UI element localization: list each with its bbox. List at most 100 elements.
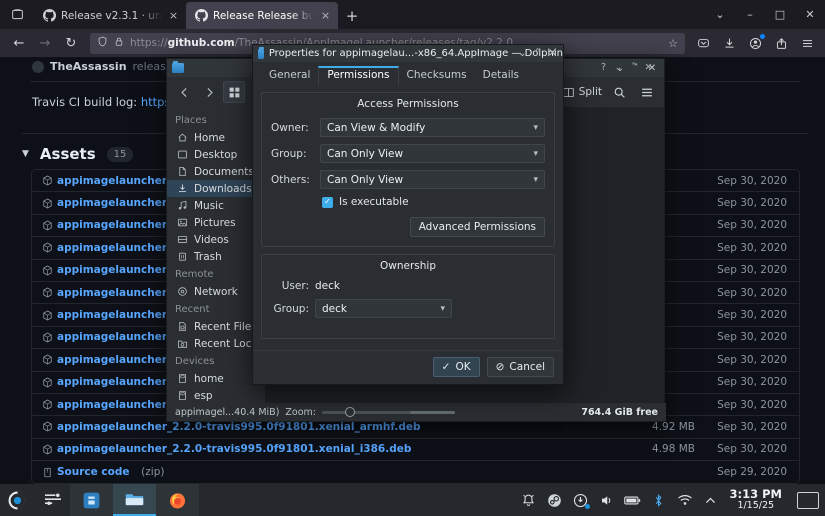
- sidebar-item-esp-device[interactable]: esp: [167, 387, 265, 404]
- hamburger-menu-icon[interactable]: [636, 81, 658, 103]
- show-desktop-icon[interactable]: [797, 492, 819, 509]
- minimize-button[interactable]: –: [735, 8, 765, 21]
- sidebar-item-downloads[interactable]: Downloads: [167, 180, 265, 197]
- properties-dialog: Properties for appimagelau...-x86_64.App…: [252, 44, 564, 385]
- group-permission-select[interactable]: Can Only View ▾: [320, 144, 545, 163]
- zoom-slider[interactable]: [322, 407, 455, 417]
- documents-icon: [177, 166, 188, 177]
- table-row[interactable]: appimagelauncher_2.2.0-travis995.0f91801…: [32, 439, 799, 461]
- list-all-tabs-icon[interactable]: [0, 0, 34, 29]
- tab-checksums[interactable]: Checksums: [399, 66, 475, 85]
- asset-link[interactable]: appimagelauncher_2.2.0-travis995.0f91801…: [42, 443, 609, 455]
- ok-button[interactable]: ✓ OK: [433, 357, 480, 377]
- back-button[interactable]: ←: [6, 30, 32, 56]
- asset-link[interactable]: appimagelauncher_2.2.0-travis995.0f91801…: [42, 421, 609, 433]
- caret-down-icon[interactable]: ▼: [22, 149, 29, 159]
- sidebar-item-pictures[interactable]: Pictures: [167, 214, 265, 231]
- tab-close-icon[interactable]: ×: [167, 9, 180, 22]
- account-icon[interactable]: [743, 31, 767, 55]
- chevron-down-icon[interactable]: ⌄: [611, 62, 626, 73]
- chevron-down-icon[interactable]: ⌄: [515, 48, 530, 59]
- icons-view-icon[interactable]: [223, 81, 245, 103]
- lock-icon[interactable]: [114, 36, 124, 50]
- sidebar-item-documents[interactable]: Documents: [167, 163, 265, 180]
- close-button[interactable]: ✕: [545, 48, 560, 59]
- forward-button[interactable]: →: [32, 30, 58, 56]
- sidebar-item-label: Desktop: [194, 149, 237, 161]
- browser-tab-bar: Release v2.3.1 · unknow × Release Releas…: [0, 0, 825, 29]
- sidebar-item-videos[interactable]: Videos: [167, 231, 265, 248]
- bookmark-star-icon[interactable]: ☆: [668, 37, 678, 50]
- chevron-up-icon[interactable]: ˄: [530, 48, 545, 59]
- pocket-icon[interactable]: [691, 31, 715, 55]
- chevron-up-icon[interactable]: ˄: [626, 62, 641, 73]
- owner-permission-select[interactable]: Can View & Modify ▾: [320, 118, 545, 137]
- menu-icon[interactable]: [795, 31, 819, 55]
- back-arrow-icon[interactable]: [173, 81, 195, 103]
- steam-icon[interactable]: [542, 484, 568, 516]
- properties-tabs: General Permissions Checksums Details: [253, 62, 563, 85]
- battery-icon[interactable]: [620, 484, 646, 516]
- volume-icon[interactable]: [594, 484, 620, 516]
- table-row[interactable]: Source code (zip) Sep 29, 2020: [32, 461, 799, 483]
- close-icon[interactable]: ✕: [641, 62, 656, 73]
- sidebar-item-music[interactable]: Music: [167, 197, 265, 214]
- others-permission-select[interactable]: Can Only View ▾: [320, 170, 545, 189]
- close-button[interactable]: ✕: [795, 8, 825, 21]
- taskbar: 3:13 PM 1/15/25: [0, 484, 825, 516]
- ownership-group-select[interactable]: deck ▾: [315, 299, 452, 318]
- forward-arrow-icon[interactable]: [198, 81, 220, 103]
- tab-details[interactable]: Details: [475, 66, 527, 85]
- cancel-button[interactable]: ⊘ Cancel: [487, 357, 554, 377]
- show-hidden-icon[interactable]: [698, 484, 724, 516]
- shield-icon[interactable]: [97, 36, 108, 50]
- sidebar-item-trash[interactable]: Trash: [167, 248, 265, 265]
- browser-tab-1[interactable]: Release Release build (v ×: [186, 2, 338, 29]
- clock[interactable]: 3:13 PM 1/15/25: [724, 489, 791, 511]
- properties-window-controls: ⌄ ˄ ✕: [515, 48, 560, 59]
- sidebar-item-recent-files[interactable]: Recent Files: [167, 318, 265, 335]
- new-tab-button[interactable]: +: [338, 2, 366, 29]
- downloads-icon[interactable]: [717, 31, 741, 55]
- asset-date: Sep 29, 2020: [695, 466, 787, 478]
- chevron-down-icon[interactable]: ⌄: [705, 8, 735, 21]
- sidebar-item-desktop[interactable]: Desktop: [167, 146, 265, 163]
- advanced-permissions-button[interactable]: Advanced Permissions: [410, 217, 545, 237]
- is-executable-checkbox[interactable]: ✓: [322, 197, 333, 208]
- zoom-slider-handle[interactable]: [345, 407, 355, 417]
- wifi-icon[interactable]: [672, 484, 698, 516]
- asset-link[interactable]: Source code (zip): [42, 466, 609, 478]
- notifications-icon[interactable]: [516, 484, 542, 516]
- share-icon[interactable]: [769, 31, 793, 55]
- package-icon: [42, 377, 53, 388]
- sidebar-item-label: Recent Files: [194, 321, 257, 333]
- maximize-button[interactable]: □: [765, 8, 795, 21]
- search-icon[interactable]: [608, 81, 630, 103]
- places-panel: Places Home Desktop Documents Downloads: [167, 107, 265, 407]
- sidebar-item-network[interactable]: Network: [167, 283, 265, 300]
- help-icon[interactable]: ?: [596, 62, 611, 73]
- plasma-launcher-icon[interactable]: [0, 484, 35, 516]
- tab-close-icon[interactable]: ×: [319, 9, 332, 22]
- tab-general[interactable]: General: [261, 66, 318, 85]
- taskbar-task-store[interactable]: [70, 484, 113, 516]
- bluetooth-icon[interactable]: [646, 484, 672, 516]
- is-executable-row[interactable]: ✓ Is executable: [322, 196, 545, 208]
- sidebar-item-home[interactable]: Home: [167, 129, 265, 146]
- assets-header[interactable]: ▼ Assets 15: [22, 145, 133, 163]
- sidebar-item-label: Downloads: [194, 183, 252, 195]
- app-list-icon[interactable]: [35, 484, 70, 516]
- sidebar-item-recent-locations[interactable]: Recent Locatio: [167, 335, 265, 352]
- tab-permissions[interactable]: Permissions: [318, 66, 398, 85]
- updates-icon[interactable]: [568, 484, 594, 516]
- reload-button[interactable]: ↻: [58, 30, 84, 56]
- split-view-button[interactable]: Split: [562, 86, 602, 99]
- ownership-group-row: Group: deck ▾: [271, 299, 545, 318]
- properties-titlebar[interactable]: Properties for appimagelau...-x86_64.App…: [253, 45, 563, 62]
- taskbar-task-dolphin[interactable]: [113, 484, 156, 516]
- browser-tab-0[interactable]: Release v2.3.1 · unknow ×: [34, 2, 186, 29]
- trash-icon: [177, 251, 188, 262]
- owner-row: Owner: Can View & Modify ▾: [271, 118, 545, 137]
- sidebar-item-home-device[interactable]: home: [167, 370, 265, 387]
- taskbar-task-firefox[interactable]: [156, 484, 199, 516]
